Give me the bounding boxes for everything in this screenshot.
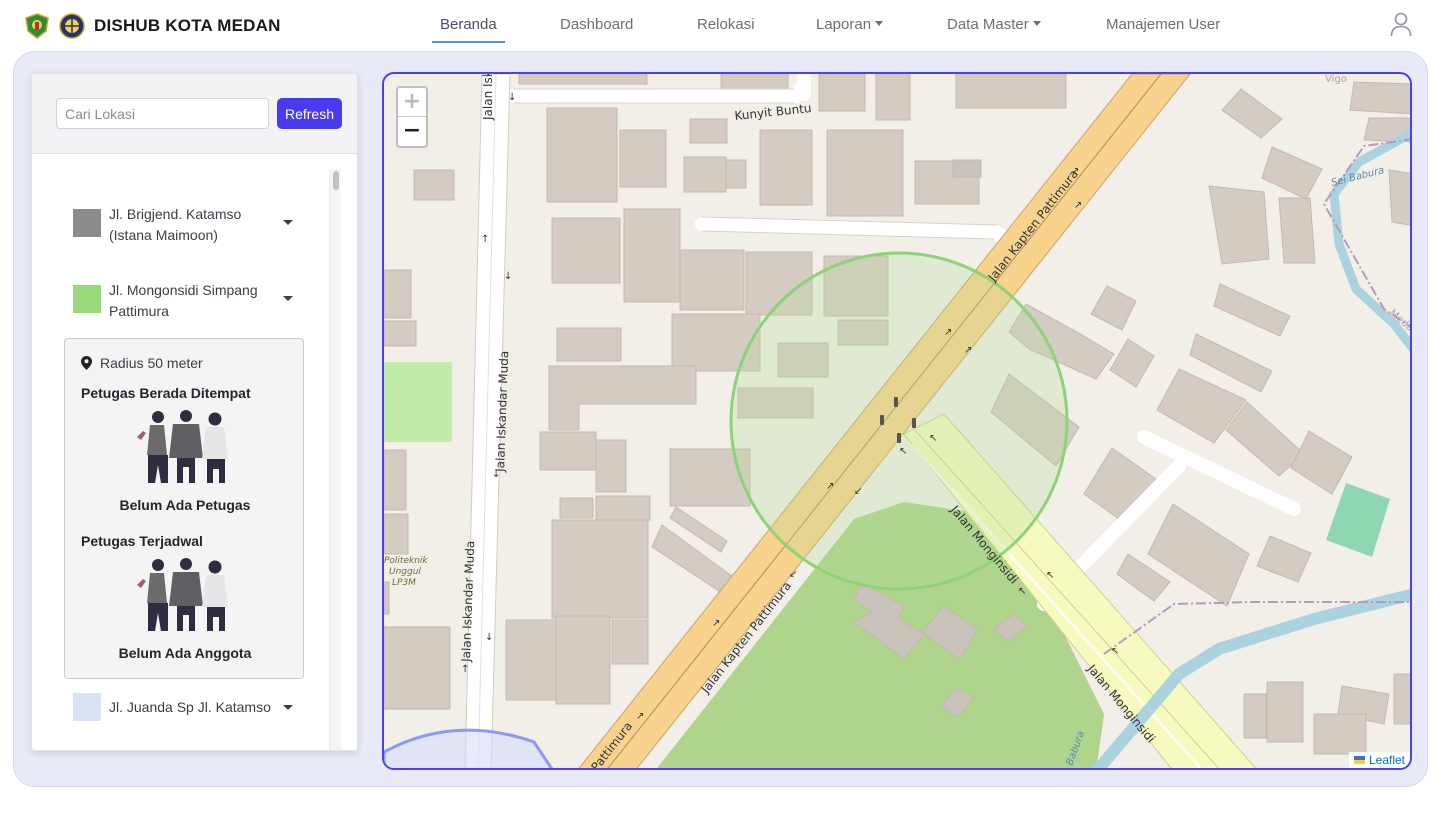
location-item[interactable]: Jl. Mongonsidi Simpang Pattimura	[73, 280, 298, 324]
location-label: Jl. Brigjend. Katamso (Istana Maimoon)	[109, 206, 242, 243]
zoom-in-button[interactable]: +	[398, 88, 426, 117]
nav-data-master-label: Data Master	[947, 16, 1029, 33]
on-site-title: Petugas Berada Ditempat	[81, 385, 251, 401]
zoom-out-button[interactable]: −	[398, 117, 426, 146]
navbar: DISHUB KOTA MEDAN Beranda Dashboard Relo…	[0, 0, 1438, 50]
street-label-kapten-pattimura-1: Jalan Kapten Pattimura	[985, 167, 1081, 285]
scheduled-title: Petugas Terjadwal	[81, 533, 203, 549]
scheduled-caption: Belum Ada Anggota	[118, 645, 252, 661]
street-label-kunyit-buntu: Kunyit Buntu	[734, 101, 812, 123]
poi-label-politeknik-3: LP3M	[392, 578, 416, 588]
street-label-monginsidi-1: Jalan Monginsidi	[947, 502, 1021, 586]
location-color-swatch	[73, 693, 101, 721]
caret-down-icon[interactable]	[283, 296, 293, 301]
location-label: Jl. Mongonsidi Simpang Pattimura	[109, 282, 258, 319]
map-labels: Kunyit Buntu Jalan Isk Jalan Iskandar Mu…	[384, 74, 1412, 770]
brand-title: DISHUB KOTA MEDAN	[94, 16, 281, 35]
nav-manajemen-user[interactable]: Manajemen User	[1106, 16, 1220, 42]
people-illustration-icon	[137, 410, 228, 483]
river-label-sei-babura: Sei Babura	[1330, 165, 1385, 189]
street-label-jalan-isk: Jalan Isk	[481, 74, 495, 121]
refresh-button[interactable]: Refresh	[277, 98, 342, 129]
city-emblem-icon	[25, 13, 49, 39]
map-attribution[interactable]: Leaflet	[1348, 752, 1410, 768]
map-view[interactable]: ↓ ↑ ↓ ↓ ↑ ↓ ↗ ↗ ↗ ↗ ↗ ↙ ↙ ↗ ↗ ↖ ↖ ↖ ↖ ↖ …	[382, 72, 1412, 770]
nav-beranda[interactable]: Beranda	[432, 16, 505, 43]
nav-laporan[interactable]: Laporan	[816, 16, 884, 42]
chevron-down-icon	[1032, 21, 1041, 26]
people-illustration-icon	[137, 558, 228, 631]
caret-down-icon[interactable]	[283, 220, 293, 225]
on-site-caption: Belum Ada Petugas	[119, 497, 251, 513]
zoom-control: + −	[396, 86, 428, 148]
radius-text: Radius 50 meter	[100, 355, 203, 371]
location-sidebar: Refresh Jl. Brigjend. Katamso (Istana Ma…	[31, 73, 358, 751]
street-label-iskandar-muda-2: Jalan Iskandar Muda	[459, 541, 477, 664]
dishub-emblem-icon	[59, 13, 85, 39]
search-area: Refresh	[32, 74, 357, 154]
poi-label-politeknik-2: Unggul	[389, 567, 421, 577]
map-pin-icon	[81, 356, 92, 370]
area-label-vigo: Vigo	[1325, 74, 1347, 85]
nav-laporan-label: Laporan	[816, 16, 872, 33]
nav-data-master[interactable]: Data Master	[947, 16, 1041, 42]
street-label-kapten-pattimura-2: Jalan Kapten Pattimura	[698, 579, 794, 697]
ukraine-flag-icon	[1353, 756, 1365, 764]
location-color-swatch	[73, 285, 101, 313]
location-color-swatch	[73, 209, 101, 237]
nav-relokasi[interactable]: Relokasi	[697, 16, 755, 42]
chevron-down-icon	[875, 21, 884, 26]
caret-down-icon[interactable]	[283, 705, 293, 710]
poi-label-politeknik-1: Politeknik	[384, 556, 428, 566]
radius-row: Radius 50 meter	[81, 355, 203, 371]
street-label-monginsidi-2: Jalan Monginsidi	[1084, 661, 1158, 745]
area-label-medan: Medan	[1387, 308, 1412, 338]
river-label-babura: Babura	[1064, 730, 1087, 768]
nav-dashboard[interactable]: Dashboard	[560, 16, 633, 42]
scrollbar-thumb[interactable]	[333, 171, 339, 190]
search-input[interactable]	[56, 98, 269, 129]
scrollbar-track[interactable]	[329, 169, 341, 750]
location-label: Jl. Juanda Sp Jl. Katamso	[109, 699, 271, 715]
location-item[interactable]: Jl. Juanda Sp Jl. Katamso	[73, 693, 298, 723]
location-item[interactable]: Jl. Brigjend. Katamso (Istana Maimoon)	[73, 204, 298, 248]
brand[interactable]: DISHUB KOTA MEDAN	[24, 10, 281, 42]
location-detail-card: Radius 50 meter Petugas Berada Ditempat …	[64, 338, 304, 679]
street-label-pattimura: Pattimura	[588, 719, 635, 770]
user-icon[interactable]	[1389, 11, 1413, 37]
attribution-link[interactable]: Leaflet	[1369, 753, 1405, 767]
street-label-iskandar-muda-1: Jalan Iskandar Muda	[493, 351, 511, 474]
